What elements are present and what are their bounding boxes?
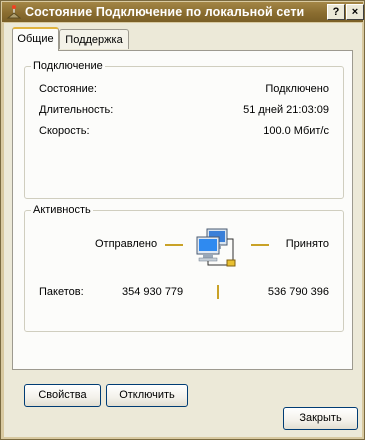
connection-legend: Подключение: [31, 60, 105, 73]
sent-activity-line: [165, 244, 183, 246]
packets-received-value: 536 790 396: [267, 286, 329, 298]
speed-label: Скорость:: [39, 125, 90, 137]
packets-divider: [217, 285, 219, 299]
activity-legend: Активность: [31, 204, 93, 217]
status-label: Состояние:: [39, 83, 97, 95]
network-connection-icon: [6, 4, 22, 20]
received-activity-line: [251, 244, 269, 246]
tab-general[interactable]: Общие: [12, 27, 59, 51]
close-button[interactable]: Закрыть: [283, 407, 358, 430]
general-tab-panel: Подключение Состояние: Подключено Длител…: [12, 50, 353, 407]
close-window-button[interactable]: ×: [346, 4, 364, 20]
packets-sent-value: 354 930 779: [122, 286, 184, 298]
network-computers-icon: [193, 227, 241, 271]
help-button[interactable]: ?: [327, 4, 345, 20]
sent-label: Отправлено: [95, 238, 158, 250]
title-bar[interactable]: Состояние Подключение по локальной сети …: [2, 2, 364, 22]
activity-group: Активность Отправлено Принято Пакетов: 3…: [24, 204, 344, 332]
duration-value: 51 дней 21:03:09: [243, 104, 329, 116]
dialog-client-area: Общие Поддержка Подключение Состояние: П…: [4, 23, 362, 437]
tab-support[interactable]: Поддержка: [59, 29, 129, 49]
speed-value: 100.0 Мбит/с: [263, 125, 329, 137]
properties-button[interactable]: Свойства: [24, 384, 101, 407]
duration-label: Длительность:: [39, 104, 114, 116]
status-dialog: Состояние Подключение по локальной сети …: [0, 0, 365, 440]
connection-group: Подключение Состояние: Подключено Длител…: [24, 60, 344, 199]
tab-general-label: Общие: [17, 33, 54, 45]
received-label: Принято: [285, 238, 329, 250]
tab-support-label: Поддержка: [65, 34, 123, 46]
packets-label: Пакетов:: [39, 286, 84, 298]
disable-button[interactable]: Отключить: [106, 384, 188, 407]
status-value: Подключено: [265, 83, 329, 95]
window-title: Состояние Подключение по локальной сети: [25, 5, 305, 19]
